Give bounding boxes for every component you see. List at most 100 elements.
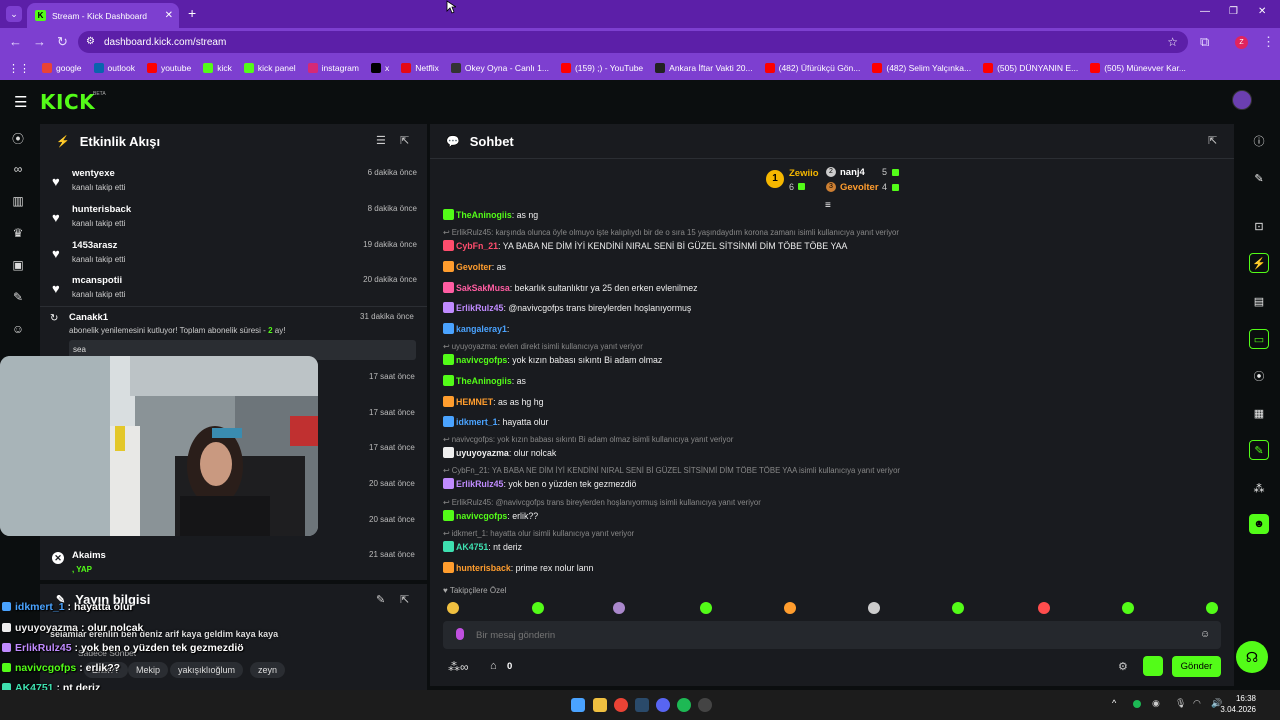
activity-username[interactable]: wentyexe: [72, 168, 115, 179]
profile-avatar[interactable]: Z: [1235, 36, 1248, 49]
activity-item[interactable]: ♥ mcanspotii kanalı takip etti 20 dakika ön…: [40, 271, 417, 307]
chat-username[interactable]: navivcgofps: [456, 511, 507, 521]
chat-username[interactable]: idkmert_1: [456, 417, 498, 427]
back-button[interactable]: ←: [9, 34, 22, 49]
analytics-icon[interactable]: ▥: [10, 194, 26, 210]
edit-pencil-icon[interactable]: ✎: [1249, 168, 1269, 188]
chat-username[interactable]: TheAninogiis: [456, 376, 512, 386]
sub-username[interactable]: Canakk1: [69, 312, 108, 323]
chat-username[interactable]: kangaleray1: [456, 324, 507, 334]
tab-close-icon[interactable]: ✕: [165, 10, 173, 21]
popout-icon[interactable]: ⇱: [400, 593, 409, 606]
browser-tab[interactable]: K Stream - Kick Dashboard ✕: [27, 3, 179, 28]
user-avatar[interactable]: [1232, 90, 1252, 110]
emote-icon[interactable]: [952, 602, 964, 614]
chrome-icon[interactable]: [614, 698, 628, 712]
emote-icon[interactable]: [532, 602, 544, 614]
activity-last-name[interactable]: Akaims: [72, 550, 106, 561]
bookmark-item[interactable]: x: [370, 63, 389, 73]
bookmark-item[interactable]: (482) Selim Yalçınka...: [872, 63, 971, 73]
discord-icon[interactable]: [656, 698, 670, 712]
chat-username[interactable]: ErlikRulz45: [456, 303, 503, 313]
menu-toggle-icon[interactable]: ☰: [14, 93, 27, 111]
maximize-button[interactable]: ❐: [1229, 6, 1238, 17]
new-tab-button[interactable]: +: [188, 5, 196, 21]
tray-chevron-icon[interactable]: ^: [1112, 698, 1116, 708]
store-icon[interactable]: ⌂: [490, 660, 497, 672]
bookmark-item[interactable]: (159) ;) - YouTube: [560, 63, 643, 73]
wifi-icon[interactable]: ◠: [1193, 698, 1201, 709]
expand-leaderboard-icon[interactable]: ≡: [825, 200, 831, 211]
bookmark-item[interactable]: (482) Üfürükçü Gön...: [764, 63, 860, 73]
printer-icon[interactable]: ▦: [1249, 403, 1269, 423]
support-headset-icon[interactable]: ☊: [1236, 641, 1268, 673]
url-input[interactable]: ⚙ dashboard.kick.com/stream ☆: [78, 31, 1188, 53]
spotify-icon[interactable]: [677, 698, 691, 712]
activity-username[interactable]: hunterisback: [72, 204, 131, 215]
activity-username[interactable]: 1453arasz: [72, 240, 117, 251]
stream-icon[interactable]: ⦿: [10, 130, 26, 146]
avatar-app-icon[interactable]: ☻: [1249, 514, 1269, 534]
link-icon[interactable]: ∞: [10, 162, 26, 178]
leader-1-name[interactable]: Zewiio: [789, 168, 819, 179]
users-icon[interactable]: ☺: [10, 322, 26, 338]
emote-icon[interactable]: [784, 602, 796, 614]
steam-icon[interactable]: [635, 698, 649, 712]
chat-username[interactable]: SakSakMusa: [456, 283, 510, 293]
bookmark-item[interactable]: Okey Oyna - Canlı 1...: [450, 63, 549, 73]
forward-button[interactable]: →: [33, 34, 46, 49]
chat-message-input[interactable]: [476, 626, 1176, 644]
bookmark-item[interactable]: Ankara İftar Vakti 20...: [655, 63, 753, 73]
emote-icon[interactable]: [700, 602, 712, 614]
chat-username[interactable]: Gevolter: [456, 262, 492, 272]
document-icon[interactable]: ▤: [1249, 291, 1269, 311]
emoji-picker-icon[interactable]: ☺: [1200, 629, 1210, 640]
extensions-icon[interactable]: ⧉: [1200, 34, 1209, 50]
chat-username[interactable]: TheAninogiis: [456, 210, 512, 220]
tray-app-icon[interactable]: [1133, 700, 1141, 708]
menu-icon[interactable]: ⋮: [1262, 34, 1275, 50]
video-icon[interactable]: ▣: [10, 258, 26, 274]
activity-item[interactable]: ♥ wentyexe kanalı takip etti 6 dakika önce: [40, 164, 417, 200]
emote-icon[interactable]: [1122, 602, 1134, 614]
apps-grid-icon[interactable]: ⋮⋮: [8, 62, 30, 75]
activity-item[interactable]: ♥ hunterisback kanalı takip etti 8 dakika ö…: [40, 200, 417, 236]
obs-icon[interactable]: [698, 698, 712, 712]
filter-icon[interactable]: ☰: [376, 134, 386, 147]
chat-toggle-icon[interactable]: ▭: [1249, 329, 1269, 349]
chat-popout-icon[interactable]: ⇱: [1208, 134, 1217, 147]
stream-tag[interactable]: Mekip: [128, 662, 169, 678]
chat-settings-icon[interactable]: ⚙: [1118, 660, 1128, 673]
chat-username[interactable]: uyuyoyazma: [456, 448, 509, 458]
emote-icon[interactable]: [1206, 602, 1218, 614]
activity-item[interactable]: ♥ 1453arasz kanalı takip etti 19 dakika önc…: [40, 236, 417, 272]
emote-icon[interactable]: [613, 602, 625, 614]
stream-info-toggle-icon[interactable]: ✎: [1249, 440, 1269, 460]
edit-icon[interactable]: ✎: [376, 593, 385, 606]
bookmark-item[interactable]: outlook: [93, 63, 135, 73]
leader-2-name[interactable]: nanj4: [840, 167, 865, 178]
file-explorer-icon[interactable]: [593, 698, 607, 712]
microphone-icon[interactable]: [456, 628, 464, 640]
taskbar-clock[interactable]: 16:38 3.04.2026: [1220, 693, 1256, 715]
chat-username[interactable]: HEMNET: [456, 397, 493, 407]
site-info-icon[interactable]: ⚙: [86, 36, 95, 47]
crop-icon[interactable]: ⊡: [1249, 216, 1269, 236]
channel-points-icon[interactable]: ⁂∞: [448, 660, 469, 674]
stream-tag[interactable]: yakışıklıoğlum: [170, 662, 244, 678]
settings-wrench-icon[interactable]: ✎: [10, 290, 26, 306]
emote-button[interactable]: [1143, 656, 1163, 676]
popout-icon[interactable]: ⇱: [400, 134, 409, 147]
emote-icon[interactable]: [868, 602, 880, 614]
kick-logo[interactable]: KICK: [40, 90, 95, 114]
microphone-tray-icon[interactable]: 🎙: [1175, 698, 1186, 709]
bookmark-star-icon[interactable]: ☆: [1167, 35, 1178, 49]
share-icon[interactable]: ⁂: [1249, 478, 1269, 498]
tray-steam-icon[interactable]: ◉: [1152, 698, 1160, 709]
stream-tag[interactable]: zeyn: [250, 662, 286, 678]
bookmark-item[interactable]: Netflix: [401, 63, 439, 73]
bookmark-item[interactable]: kick: [203, 63, 232, 73]
chat-username[interactable]: AK4751: [456, 542, 488, 552]
bookmark-item[interactable]: instagram: [307, 63, 359, 73]
bookmark-item[interactable]: (505) DÜNYANIN E...: [983, 63, 1078, 73]
